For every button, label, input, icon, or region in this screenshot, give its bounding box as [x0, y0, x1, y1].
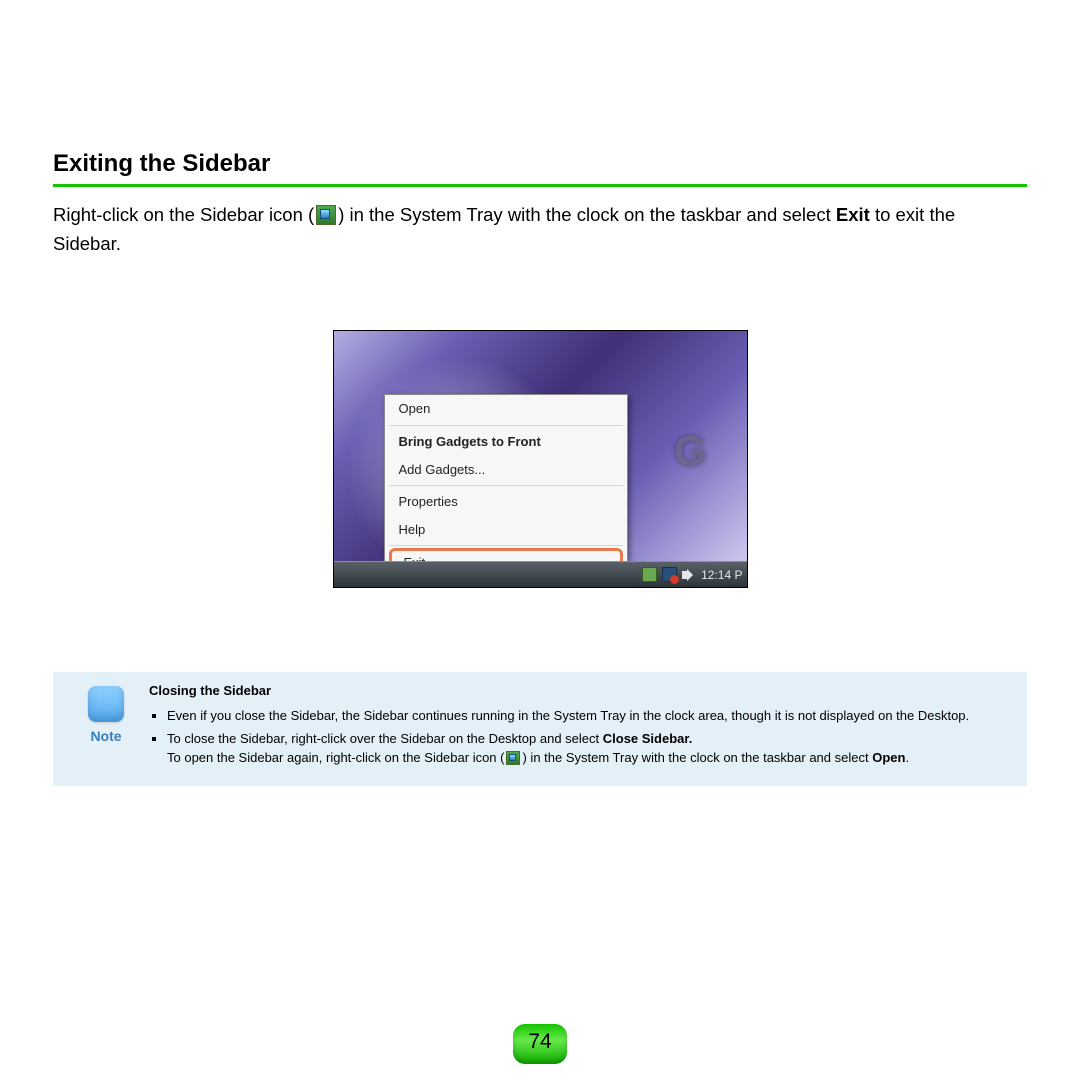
- menu-item-bring-front[interactable]: Bring Gadgets to Front: [385, 428, 627, 456]
- divider-rule: [53, 184, 1027, 187]
- tray-network-icon[interactable]: [662, 567, 677, 582]
- menu-item-open[interactable]: Open: [385, 395, 627, 423]
- note-b2-l2a: To open the Sidebar again, right-click o…: [167, 750, 504, 765]
- context-menu: Open Bring Gadgets to Front Add Gadgets.…: [384, 394, 628, 561]
- section-title: Exiting the Sidebar: [53, 150, 1027, 178]
- menu-separator: [389, 485, 623, 486]
- screenshot-figure: Open Bring Gadgets to Front Add Gadgets.…: [333, 330, 748, 588]
- menu-item-help[interactable]: Help: [385, 516, 627, 544]
- note-b2-tail: .: [905, 750, 909, 765]
- intro-text-a: Right-click on the Sidebar icon (: [53, 204, 314, 225]
- note-b2-l2b: ) in the System Tray with the clock on t…: [522, 750, 872, 765]
- intro-bold: Exit: [836, 204, 870, 225]
- note-body: Closing the Sidebar Even if you close th…: [149, 682, 1013, 771]
- sidebar-icon: [506, 751, 520, 765]
- menu-item-exit-highlighted[interactable]: Exit: [389, 548, 623, 561]
- note-subtitle: Closing the Sidebar: [149, 682, 1013, 701]
- tray-sidebar-icon[interactable]: [642, 567, 657, 582]
- note-b2-l2bold: Open: [872, 750, 905, 765]
- note-aside: Note: [63, 682, 149, 771]
- taskbar: 12:14 P: [334, 561, 747, 587]
- note-bullet-2: To close the Sidebar, right-click over t…: [167, 730, 1013, 768]
- menu-separator: [389, 425, 623, 426]
- desktop-background: Open Bring Gadgets to Front Add Gadgets.…: [334, 331, 747, 561]
- taskbar-clock: 12:14 P: [701, 568, 742, 582]
- menu-separator: [389, 545, 623, 546]
- note-box: Note Closing the Sidebar Even if you clo…: [53, 672, 1027, 785]
- sidebar-icon: [316, 205, 336, 225]
- note-b2-a: To close the Sidebar, right-click over t…: [167, 731, 603, 746]
- tray-volume-icon[interactable]: [682, 568, 696, 582]
- note-b2-bold: Close Sidebar.: [603, 731, 693, 746]
- note-badge-icon: [88, 686, 124, 722]
- note-list: Even if you close the Sidebar, the Sideb…: [149, 707, 1013, 768]
- page-number: 74: [513, 1024, 567, 1064]
- note-bullet-1: Even if you close the Sidebar, the Sideb…: [167, 707, 1013, 726]
- intro-text-b: ) in the System Tray with the clock on t…: [338, 204, 836, 225]
- menu-item-add-gadgets[interactable]: Add Gadgets...: [385, 456, 627, 484]
- menu-item-properties[interactable]: Properties: [385, 488, 627, 516]
- note-label: Note: [63, 728, 149, 744]
- intro-paragraph: Right-click on the Sidebar icon ( ) in th…: [53, 201, 1027, 258]
